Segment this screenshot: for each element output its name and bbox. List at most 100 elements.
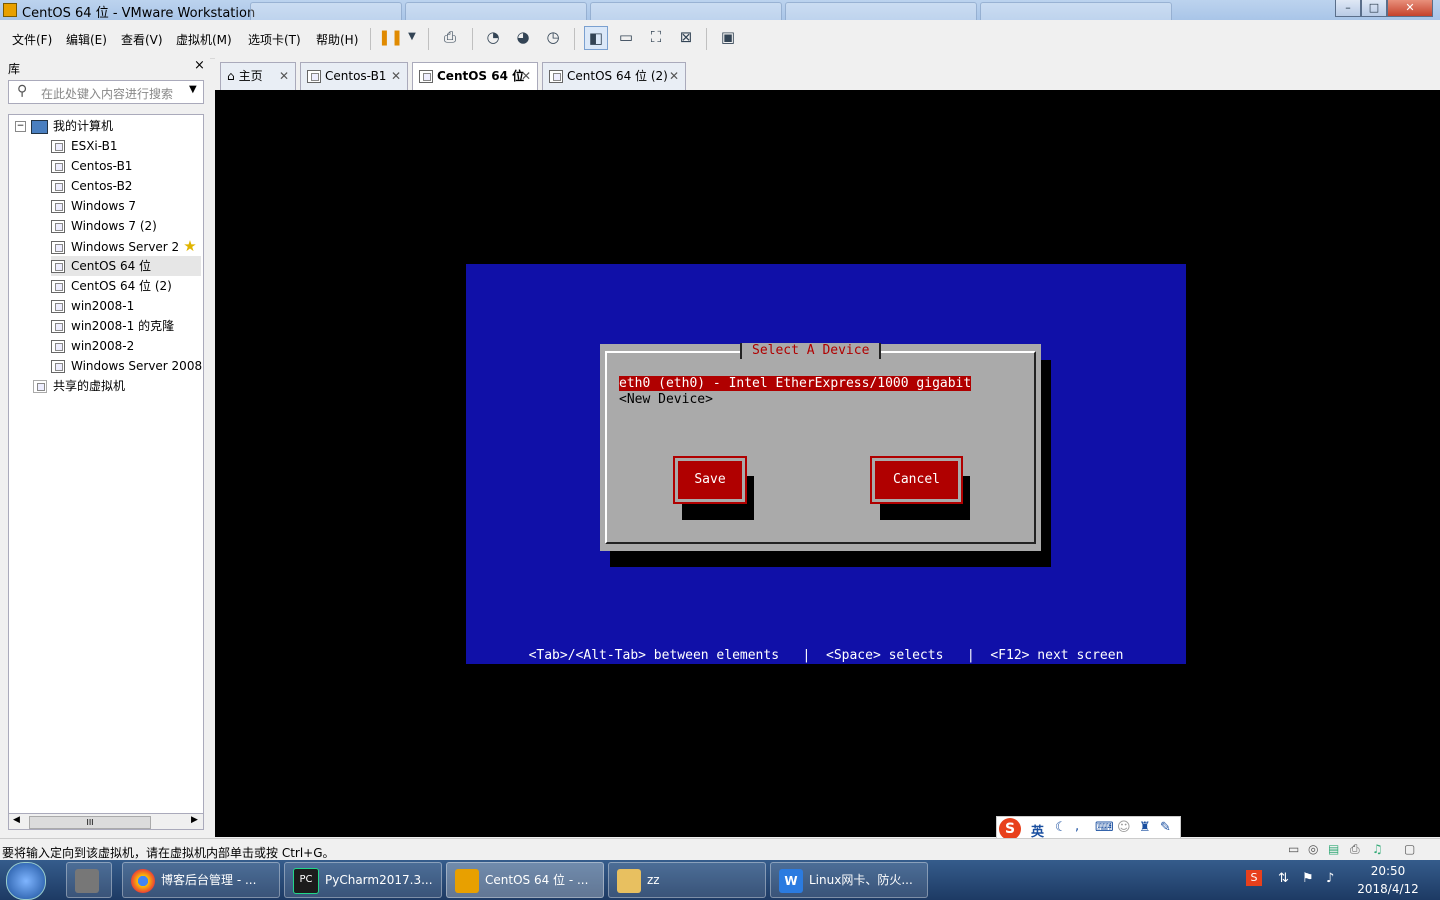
scrollbar-thumb[interactable]: III	[29, 816, 151, 829]
scroll-right-icon[interactable]: ▶	[191, 815, 198, 825]
tree-item-vm[interactable]: ESXi-B1	[51, 136, 118, 156]
collapse-icon[interactable]: −	[15, 121, 26, 132]
toolbar-separator	[706, 28, 707, 50]
device-item-selected[interactable]: eth0 (eth0) - Intel EtherExpress/1000 gi…	[619, 376, 972, 391]
tree-item-vm[interactable]: win2008-2	[51, 336, 134, 356]
tray-sogou-icon[interactable]: S	[1246, 870, 1262, 886]
snapshot-manager-icon[interactable]: ◷	[541, 26, 565, 50]
tab-label: CentOS 64 位	[437, 69, 525, 83]
pycharm-icon: PC	[293, 867, 319, 894]
dropdown-arrow-icon[interactable]: ▼	[400, 26, 424, 50]
background-window-tab[interactable]	[250, 2, 402, 20]
library-search-field[interactable]: ⚲ 在此处键入内容进行搜索 ▼	[8, 80, 204, 104]
background-window-tab[interactable]	[785, 2, 977, 20]
taskbar-clock[interactable]: 20:50 2018/4/12	[1350, 862, 1426, 898]
console-view-icon[interactable]: ▣	[716, 26, 740, 50]
tab-centos-64[interactable]: CentOS 64 位 ✕	[412, 62, 538, 91]
taskbar-word[interactable]: W Linux网卡、防火...	[770, 862, 928, 898]
tree-item-vm[interactable]: Centos-B2	[51, 176, 132, 196]
tree-item-vm-selected[interactable]: CentOS 64 位	[51, 256, 201, 276]
taskbar-pycharm[interactable]: PC PyCharm2017.3...	[284, 862, 442, 898]
tab-centos-b1[interactable]: Centos-B1 ✕	[300, 62, 408, 90]
tab-home[interactable]: ⌂ 主页 ✕	[220, 62, 296, 90]
close-tab-icon[interactable]: ✕	[279, 63, 289, 89]
background-window-tab[interactable]	[405, 2, 587, 20]
close-tab-icon[interactable]: ✕	[669, 63, 679, 89]
vm-icon	[549, 70, 563, 83]
show-library-icon[interactable]: ◧	[584, 26, 608, 50]
pause-icon[interactable]: ❚❚	[378, 26, 403, 50]
close-tab-icon[interactable]: ✕	[521, 63, 531, 89]
network-adapter-icon[interactable]: ▤	[1328, 842, 1339, 856]
tree-item-label: CentOS 64 位	[71, 259, 152, 273]
save-button[interactable]: Save	[673, 456, 747, 504]
user-icon[interactable]: ☺	[1117, 820, 1131, 835]
hard-disk-icon[interactable]: ▭	[1288, 842, 1299, 856]
message-log-icon[interactable]: ▢	[1404, 842, 1415, 856]
menu-tabs[interactable]: 选项卡(T)	[248, 31, 301, 48]
tree-shared-vms[interactable]: 共享的虚拟机	[33, 376, 125, 396]
tree-item-label: win2008-2	[71, 339, 135, 353]
background-window-tab[interactable]	[980, 2, 1172, 20]
half-width-icon[interactable]: ☾	[1055, 820, 1067, 835]
device-item-new[interactable]: <New Device>	[619, 392, 713, 407]
menu-vm[interactable]: 虚拟机(M)	[176, 31, 232, 48]
close-tab-icon[interactable]: ✕	[391, 63, 401, 89]
menu-file[interactable]: 文件(F)	[12, 31, 52, 48]
tree-item-label: Windows Server 2	[71, 240, 180, 254]
settings-wrench-icon[interactable]: ✎	[1160, 820, 1171, 835]
keyboard-icon[interactable]: ⌨	[1095, 820, 1114, 835]
taskbar-chrome[interactable]: 博客后台管理 - ...	[122, 862, 280, 898]
vm-icon	[51, 260, 65, 273]
tab-centos-64-2[interactable]: CentOS 64 位 (2) ✕	[542, 62, 686, 90]
tree-item-vm[interactable]: CentOS 64 位 (2)	[51, 276, 172, 296]
menu-help[interactable]: 帮助(H)	[316, 31, 358, 48]
tree-item-vm[interactable]: Windows 7 (2)	[51, 216, 157, 236]
tray-action-center-icon[interactable]: ⚑	[1302, 871, 1314, 886]
taskbar-explorer[interactable]: zz	[608, 862, 766, 898]
snapshot-icon[interactable]: ◔	[481, 26, 505, 50]
close-window-button[interactable]: ✕	[1387, 0, 1433, 17]
tree-item-vm[interactable]: win2008-1	[51, 296, 134, 316]
skin-icon[interactable]: ♜	[1139, 820, 1151, 835]
punctuation-icon[interactable]: ,	[1075, 819, 1079, 834]
tree-item-vm[interactable]: Windows Server 2 ★	[51, 236, 197, 256]
revert-snapshot-icon[interactable]: ◕	[511, 26, 535, 50]
background-window-tab[interactable]	[590, 2, 782, 20]
favorite-star-icon: ★	[183, 237, 197, 255]
chevron-down-icon[interactable]: ▼	[189, 84, 197, 95]
minimize-button[interactable]: –	[1335, 0, 1361, 17]
maximize-button[interactable]: □	[1361, 0, 1387, 17]
menu-view[interactable]: 查看(V)	[121, 31, 163, 48]
tree-root-my-computer[interactable]: − 我的计算机	[15, 116, 113, 136]
library-tree: − 我的计算机 ESXi-B1 Centos-B1 Centos-B2 Windo…	[8, 114, 204, 814]
thumbnail-bar-icon[interactable]: ▭	[614, 26, 638, 50]
scroll-left-icon[interactable]: ◀	[13, 815, 20, 825]
menu-edit[interactable]: 编辑(E)	[66, 31, 107, 48]
tray-volume-icon[interactable]: ♪	[1326, 871, 1334, 886]
tray-network-icon[interactable]: ⇅	[1278, 871, 1289, 886]
sound-card-icon[interactable]: ♫	[1372, 842, 1383, 856]
unity-icon[interactable]: ⊠	[674, 26, 698, 50]
start-button[interactable]	[6, 862, 46, 900]
cd-rom-icon[interactable]: ◎	[1308, 842, 1318, 856]
tree-item-label: ESXi-B1	[71, 139, 118, 153]
taskbar-vmware[interactable]: CentOS 64 位 - ...	[446, 862, 604, 898]
toolbar-separator	[472, 28, 473, 50]
tree-item-vm[interactable]: Windows 7	[51, 196, 136, 216]
library-horizontal-scrollbar[interactable]: ◀ III ▶	[8, 813, 204, 830]
tree-item-vm[interactable]: win2008-1 的克隆	[51, 316, 174, 336]
tree-item-label: win2008-1 的克隆	[71, 319, 175, 333]
tree-item-vm[interactable]: Windows Server 2008	[51, 356, 202, 376]
clock-date: 2018/4/12	[1357, 882, 1419, 896]
sogou-ime-icon[interactable]: S	[999, 818, 1021, 840]
task-label: CentOS 64 位 - ...	[485, 873, 589, 887]
printer-icon[interactable]: ⎙	[1350, 842, 1360, 857]
close-library-icon[interactable]: ×	[194, 58, 205, 73]
toolbar-separator	[428, 28, 429, 50]
fullscreen-icon[interactable]: ⛶	[644, 26, 668, 50]
cancel-button[interactable]: Cancel	[870, 456, 963, 504]
tree-item-vm[interactable]: Centos-B1	[51, 156, 132, 176]
taskbar-pinned-app[interactable]	[66, 862, 112, 898]
send-keys-icon[interactable]: ⎙	[438, 26, 462, 50]
